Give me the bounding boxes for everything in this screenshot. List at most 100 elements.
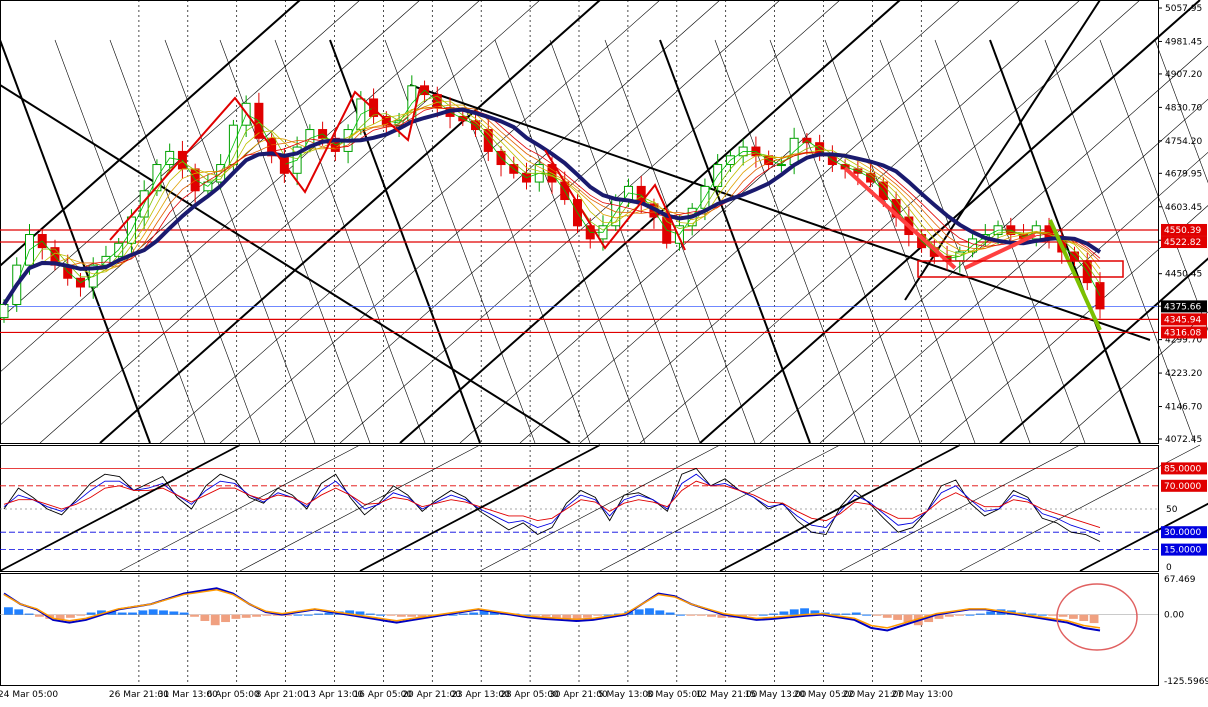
macd-histogram-bar xyxy=(686,614,696,616)
macd-histogram-bar xyxy=(893,614,903,620)
macd-histogram-bar xyxy=(758,614,768,616)
price-level-label: 4316.08 xyxy=(1164,328,1201,338)
fan-line xyxy=(819,98,1208,444)
macd-histogram-bar xyxy=(148,609,158,615)
macd-histogram-bar xyxy=(1058,614,1068,617)
macd-histogram-bar xyxy=(872,614,882,616)
macd-histogram-bar xyxy=(314,613,324,615)
oscillator-axis-label: 50 xyxy=(1166,505,1178,515)
price-tick-label: 5057.95 xyxy=(1165,4,1202,14)
fan-line xyxy=(459,0,961,444)
oscillator-trendline xyxy=(719,444,961,572)
macd-histogram-bar xyxy=(1079,614,1089,621)
price-tick-label: 4146.70 xyxy=(1165,403,1202,413)
macd-histogram-bar xyxy=(665,612,675,615)
macd-histogram-bar xyxy=(138,610,148,615)
oscillator-trendline xyxy=(479,444,721,572)
fan-line xyxy=(759,45,1208,444)
macd-histogram-bar xyxy=(1089,614,1099,624)
price-tick-label: 4981.45 xyxy=(1165,37,1202,47)
macd-histogram-bar xyxy=(882,614,892,618)
macd-histogram-bar xyxy=(4,607,13,615)
trading-chart[interactable]: 5057.95 4981.45 4907.20 4830.70 4754.20 4679.… xyxy=(0,0,1208,703)
macd-histogram-bar xyxy=(1048,614,1058,616)
oscillator-trendline xyxy=(239,444,481,572)
macd-histogram-bar xyxy=(458,613,468,615)
price-axis: 5057.95 4981.45 4907.20 4830.70 4754.20 4679.… xyxy=(1158,4,1208,687)
macd-histogram-bar xyxy=(583,614,592,618)
price-tick-label: 4603.45 xyxy=(1165,203,1202,213)
macd-histogram-bar xyxy=(252,614,261,617)
macd-histogram-bar xyxy=(35,614,44,617)
price-tick-label: 4679.95 xyxy=(1165,169,1202,179)
oscillator-level-label: 15.0000 xyxy=(1164,546,1201,556)
oscillator-trendline xyxy=(0,444,241,572)
time-label: 8 Apr 21:00 xyxy=(256,690,309,700)
macd-histogram-bar xyxy=(241,614,251,618)
price-level-label: 4345.94 xyxy=(1164,315,1201,325)
macd-histogram-bar xyxy=(169,611,179,615)
fan-line xyxy=(0,0,301,268)
macd-signal-line xyxy=(3,589,1101,629)
macd-histogram-bar xyxy=(262,614,272,616)
oscillator-axis-label: 0 xyxy=(1166,563,1172,573)
macd-histogram-bar xyxy=(634,609,644,615)
oscillator-trendline xyxy=(599,444,841,572)
oscillator-trendline xyxy=(119,444,361,572)
price-tick-label: 4450.45 xyxy=(1165,270,1202,280)
oscillator-frame xyxy=(0,445,1159,572)
fan-line xyxy=(219,0,721,444)
chart-canvas[interactable]: 5057.95 4981.45 4907.20 4830.70 4754.20 4679.… xyxy=(0,0,1208,703)
fan-line xyxy=(0,0,421,373)
macd-histogram-bar xyxy=(541,614,551,617)
macd-histogram-bar xyxy=(955,614,965,616)
macd-histogram-bar xyxy=(851,612,861,615)
trendlines xyxy=(0,0,1208,444)
macd-histogram-bar xyxy=(965,614,975,616)
time-axis: 24 Mar 05:00 26 Mar 21:0031 Mar 13:006 Ap… xyxy=(0,690,953,700)
macd-histogram-bar xyxy=(975,613,985,615)
channel-line xyxy=(409,84,1151,341)
oscillator-level-label: 30.0000 xyxy=(1164,528,1201,538)
time-label: 5 May 13:00 xyxy=(598,690,654,700)
macd-histogram-bar xyxy=(303,614,313,616)
macd-histogram-bar xyxy=(66,614,75,618)
oscillator-series-line xyxy=(3,467,1101,542)
macd-histogram-bar xyxy=(789,609,799,615)
price-tick-label: 4072.45 xyxy=(1165,435,1202,445)
macd-tick-label: 0.00 xyxy=(1164,611,1184,621)
price-tick-label: 4830.70 xyxy=(1165,103,1202,113)
macd-histogram-bar xyxy=(396,614,406,617)
macd-histogram-bar xyxy=(1037,614,1047,616)
macd-histogram-bar xyxy=(231,614,241,619)
oscillator-level-label: 70.0000 xyxy=(1164,482,1201,492)
ma-ribbon-line xyxy=(3,100,1101,305)
macd-histogram-bar xyxy=(355,611,365,615)
macd-line xyxy=(3,587,1101,632)
ma-thick-line xyxy=(2,107,1102,306)
price-tick-label: 4754.20 xyxy=(1165,137,1202,147)
macd-histogram-bar xyxy=(386,614,396,616)
grid xyxy=(0,0,1159,686)
macd-histogram-bar xyxy=(655,610,665,615)
price-level-label: 4550.39 xyxy=(1164,226,1201,236)
macd-histogram-bar xyxy=(200,614,210,621)
macd-histogram-bar xyxy=(210,614,220,626)
fan-line xyxy=(0,0,481,426)
macd-histogram-bar xyxy=(676,614,685,616)
macd-histogram-bar xyxy=(944,614,954,617)
time-label: 24 Mar 05:00 xyxy=(0,690,58,700)
fan-line xyxy=(399,0,901,444)
oscillator-panel xyxy=(0,444,1208,572)
macd-histogram-bar xyxy=(469,612,479,615)
macd-histogram-bar xyxy=(862,614,872,616)
candle xyxy=(0,303,9,319)
macd-histogram-bar xyxy=(779,611,789,615)
macd-histogram-bar xyxy=(24,613,34,615)
price-tick-label: 4223.20 xyxy=(1165,369,1202,379)
price-tick-label: 4907.20 xyxy=(1165,70,1202,80)
macd-histogram-bar xyxy=(159,610,168,615)
macd-tick-label: 67.469 xyxy=(1164,575,1196,585)
macd-histogram-bar xyxy=(376,614,386,616)
macd-histogram-bar xyxy=(531,614,541,616)
